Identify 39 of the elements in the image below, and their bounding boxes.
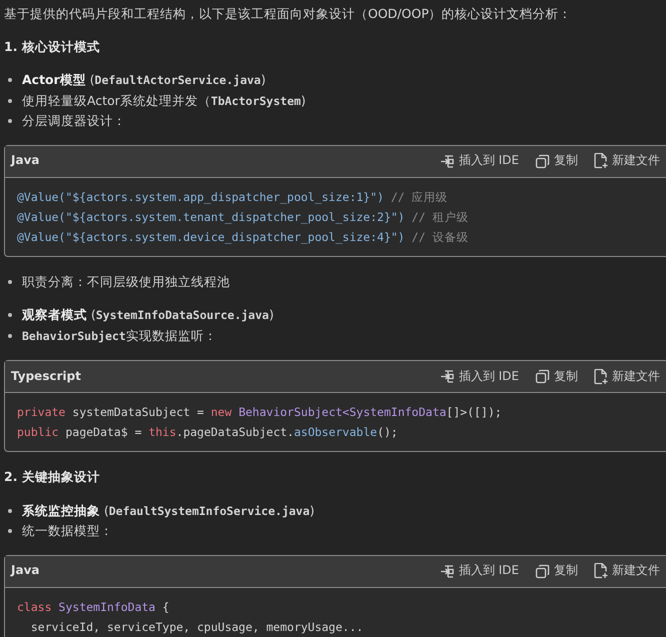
section-heading: 1. 核心设计模式	[4, 38, 101, 56]
code-line: public pageData$ = this.pageDataSubject.asObservable();	[17, 424, 399, 441]
copy-icon	[535, 154, 550, 168]
new-file-button[interactable]: 新建文件	[594, 561, 660, 581]
insert-icon	[440, 564, 455, 578]
section-heading: 2. 关键抽象设计	[4, 468, 101, 486]
insert-icon	[440, 369, 455, 384]
list-item: BehaviorSubject实现数据监听：	[4, 326, 217, 346]
copy-button[interactable]: 复制	[535, 151, 578, 171]
code-line: class SystemInfoData {	[17, 598, 170, 616]
language-label: Typescript	[11, 368, 81, 385]
new-file-icon	[594, 563, 608, 579]
list-item: 系统监控抽象 (DefaultSystemInfoService.java)	[4, 500, 315, 521]
code-line: @Value("${actors.system.tenant_dispatcher_pool_size:2}") // 租户级	[17, 208, 470, 226]
code-line: private systemDataSubject = new BehaviorSubject<SystemInfoData[]>([]);	[17, 404, 503, 421]
language-label: Java	[11, 152, 40, 170]
new-file-button[interactable]: 新建文件	[594, 151, 660, 171]
language-label: Java	[11, 562, 40, 580]
new-file-icon	[594, 368, 608, 384]
list-item: 分层调度器设计：	[4, 111, 126, 130]
copy-button[interactable]: 复制	[535, 366, 578, 386]
list-item: 观察者模式 (SystemInfoDataSource.java)	[4, 305, 274, 326]
copy-icon	[535, 564, 550, 578]
insert-icon	[440, 154, 455, 168]
list-item: 使用轻量级Actor系统处理并发（TbActorSystem)	[4, 90, 306, 111]
insert-to-ide-button[interactable]: 插入到 IDE	[440, 561, 519, 581]
copy-icon	[535, 369, 550, 384]
list-item: Actor模型 (DefaultActorService.java)	[4, 70, 266, 90]
copy-button[interactable]: 复制	[535, 561, 578, 581]
new-file-button[interactable]: 新建文件	[594, 366, 660, 386]
code-line: serviceId, serviceType, cpuUsage, memoryUsage...	[30, 618, 364, 636]
list-item: 职责分离：不同层级使用独立线程池	[4, 272, 230, 291]
code-line: @Value("${actors.system.app_dispatcher_pool_size:1}") // 应用级	[17, 188, 449, 206]
code-line: @Value("${actors.system.device_dispatcher_pool_size:4}") // 设备级	[17, 228, 470, 246]
list-item: 统一数据模型：	[4, 521, 113, 540]
new-file-icon	[594, 153, 608, 169]
insert-to-ide-button[interactable]: 插入到 IDE	[440, 366, 519, 386]
intro-text: 基于提供的代码片段和工程结构，以下是该工程面向对象设计（OOD/OOP）的核心设计文档分析：	[4, 5, 573, 23]
insert-to-ide-button[interactable]: 插入到 IDE	[440, 151, 519, 171]
